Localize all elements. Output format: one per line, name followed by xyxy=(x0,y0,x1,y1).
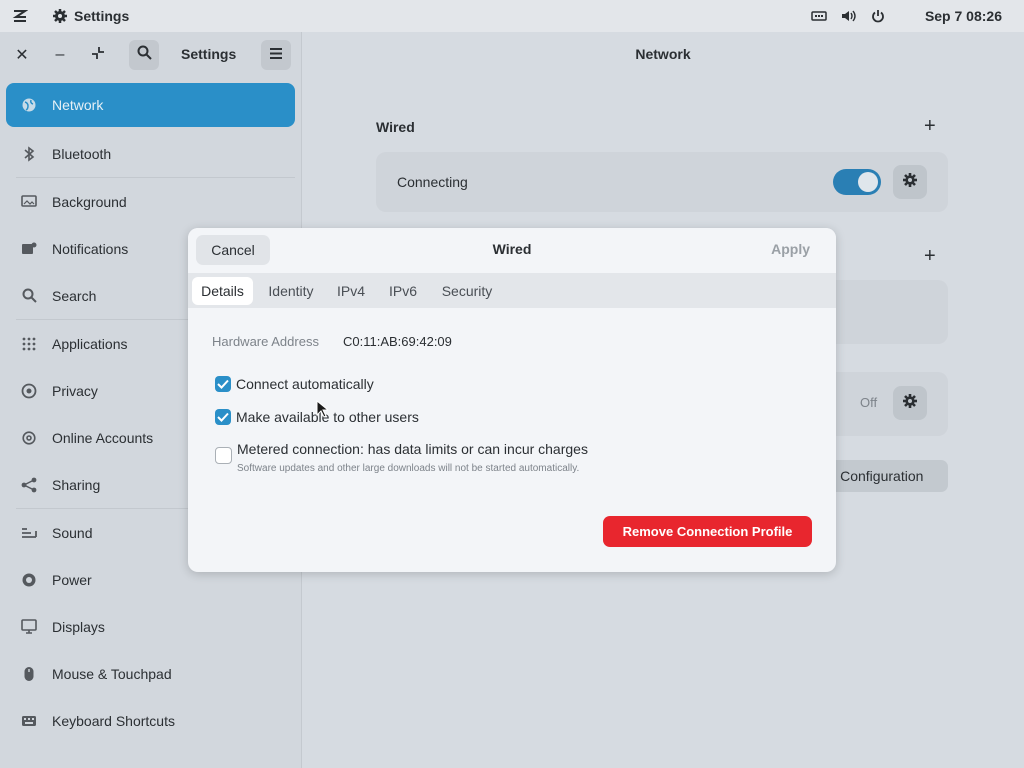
gear-icon xyxy=(902,172,918,193)
display-icon xyxy=(20,618,38,636)
main-menu-button[interactable] xyxy=(261,40,291,70)
connect-automatically-checkbox[interactable] xyxy=(215,376,231,392)
sidebar-item-label: Keyboard Shortcuts xyxy=(52,712,175,729)
wired-dialog: Cancel Wired Apply Details Identity IPv4… xyxy=(188,228,836,572)
connection-status: Connecting xyxy=(397,174,468,190)
hardware-address-value: C0:11:AB:69:42:09 xyxy=(343,334,452,349)
mouse-icon xyxy=(20,665,38,683)
page-title: Network xyxy=(635,46,691,62)
remove-connection-profile-button[interactable]: Remove Connection Profile xyxy=(603,516,812,547)
metered-connection-label: Metered connection: has data limits or c… xyxy=(237,441,588,457)
monitor-icon xyxy=(20,193,38,211)
plus-icon: + xyxy=(924,115,936,137)
network-wired-icon[interactable] xyxy=(811,10,827,22)
sidebar-item-displays[interactable]: Displays xyxy=(6,603,295,650)
tab-ipv6[interactable]: IPv6 xyxy=(383,277,423,305)
search-button[interactable] xyxy=(129,40,159,70)
sound-icon xyxy=(20,524,38,542)
power-icon xyxy=(20,571,38,589)
dialog-header: Cancel Wired Apply xyxy=(188,228,836,272)
add-vpn-button[interactable]: + xyxy=(924,245,936,268)
proxy-settings-button[interactable] xyxy=(893,386,927,420)
sidebar-item-label: Sharing xyxy=(52,476,101,493)
app-menu-title[interactable]: Settings xyxy=(74,8,129,24)
add-wired-button[interactable]: + xyxy=(924,115,936,138)
volume-icon[interactable] xyxy=(841,9,857,23)
clock[interactable]: Sep 7 08:26 xyxy=(925,8,1002,24)
sidebar-item-mouse-touchpad[interactable]: Mouse & Touchpad xyxy=(6,650,295,697)
search-icon xyxy=(20,287,38,305)
connect-automatically-label: Connect automatically xyxy=(236,376,374,392)
sidebar-title: Settings xyxy=(181,46,237,62)
sidebar-item-label: Search xyxy=(52,287,97,304)
restore-icon xyxy=(91,46,105,65)
configuration-button-label: ll Configuration xyxy=(830,468,924,484)
bluetooth-icon xyxy=(20,145,38,163)
sidebar-item-bluetooth[interactable]: Bluetooth xyxy=(6,130,295,177)
proxy-status: Off xyxy=(860,395,878,410)
top-bar: Settings Sep 7 08:26 xyxy=(0,0,1024,33)
sidebar-item-label: Network xyxy=(52,97,104,113)
wired-connection-row: Connecting xyxy=(376,152,948,212)
sidebar-item-label: Background xyxy=(52,193,127,210)
metered-connection-text: Metered connection: has data limits or c… xyxy=(237,441,588,477)
close-button[interactable]: ✕ xyxy=(7,40,37,70)
connect-automatically-option[interactable]: Connect automatically xyxy=(215,376,374,393)
sidebar-item-label: Applications xyxy=(52,335,128,352)
plus-icon: + xyxy=(924,245,936,267)
mouse-pointer xyxy=(316,399,330,423)
wired-section-label: Wired xyxy=(376,119,415,135)
sidebar-item-label: Notifications xyxy=(52,240,129,257)
sidebar-item-label: Sound xyxy=(52,524,93,541)
sidebar-item-label: Privacy xyxy=(52,382,98,399)
restore-button[interactable] xyxy=(83,40,113,70)
eye-icon xyxy=(20,382,38,400)
hamburger-icon xyxy=(270,46,282,64)
metered-connection-option[interactable]: Metered connection: has data limits or c… xyxy=(215,441,588,477)
sidebar-item-label: Displays xyxy=(52,618,105,635)
gear-icon xyxy=(52,8,68,24)
hardware-address-label: Hardware Address xyxy=(212,334,319,349)
bell-icon xyxy=(20,240,38,258)
sidebar-item-label: Online Accounts xyxy=(52,429,154,446)
tab-details[interactable]: Details xyxy=(192,277,253,305)
wired-settings-button[interactable] xyxy=(893,165,927,199)
tab-bar: Details Identity IPv4 IPv6 Security xyxy=(188,273,836,308)
tab-identity[interactable]: Identity xyxy=(261,277,321,305)
at-icon xyxy=(20,429,38,447)
sidebar-item-keyboard-shortcuts[interactable]: Keyboard Shortcuts xyxy=(6,697,295,744)
sidebar-item-label: Power xyxy=(52,571,92,588)
sidebar-item-background[interactable]: Background xyxy=(6,178,295,225)
make-available-checkbox[interactable] xyxy=(215,409,231,425)
tab-security[interactable]: Security xyxy=(435,277,499,305)
gear-icon xyxy=(902,393,918,414)
metered-connection-description: Software updates and other large downloa… xyxy=(237,463,580,474)
keyboard-icon xyxy=(20,712,38,730)
sidebar-item-label: Mouse & Touchpad xyxy=(52,665,172,682)
metered-connection-checkbox[interactable] xyxy=(215,447,232,464)
dialog-title: Wired xyxy=(492,241,532,257)
share-icon xyxy=(20,476,38,494)
activities-icon[interactable] xyxy=(12,9,28,23)
apply-button[interactable]: Apply xyxy=(771,241,810,257)
globe-icon xyxy=(20,96,38,114)
minimize-icon: – xyxy=(55,46,65,63)
wired-toggle[interactable] xyxy=(833,169,881,195)
power-icon[interactable] xyxy=(871,9,885,23)
sidebar-item-network[interactable]: Network xyxy=(6,83,295,127)
grid-icon xyxy=(20,335,38,353)
sidebar-header: ✕ – Settings xyxy=(0,32,301,78)
close-icon: ✕ xyxy=(15,47,29,64)
sidebar-item-label: Bluetooth xyxy=(52,145,112,162)
search-icon xyxy=(137,45,152,65)
tab-ipv4[interactable]: IPv4 xyxy=(331,277,371,305)
minimize-button[interactable]: – xyxy=(45,40,75,70)
